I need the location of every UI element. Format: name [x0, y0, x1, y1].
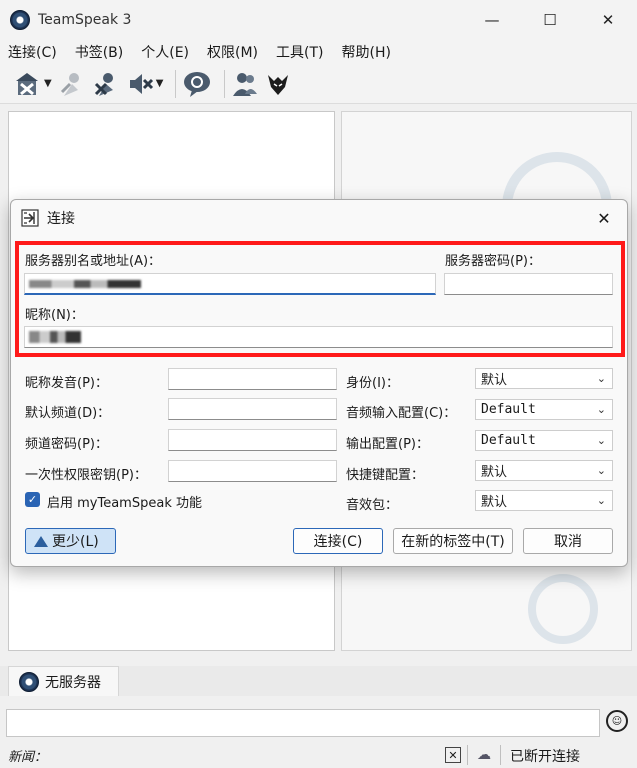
teamspeak-logo-icon — [10, 10, 30, 30]
tab-label: 无服务器 — [45, 674, 101, 691]
mute-speaker-icon — [129, 73, 153, 94]
close-button[interactable]: ✕ — [579, 0, 637, 40]
toolbar-separator — [224, 69, 226, 98]
soundpack-select[interactable]: 默认 ⌄ — [475, 490, 613, 511]
myteamspeak-label: 启用 myTeamSpeak 功能 — [47, 496, 202, 511]
default-channel-input[interactable] — [168, 398, 337, 420]
status-bar: 新闻： ✕ ☁ 已断开连接 — [0, 742, 637, 768]
one-time-key-label: 一次性权限密钥(P)： — [25, 468, 147, 483]
less-button-label: 更少(L) — [52, 534, 99, 550]
server-address-input[interactable] — [24, 273, 436, 295]
chevron-down-icon: ⌄ — [596, 494, 606, 507]
status-separator — [500, 745, 501, 765]
chevron-down-icon: ⌄ — [596, 372, 606, 385]
teamspeak-wolf-button[interactable] — [265, 68, 291, 100]
identity-select[interactable]: 默认 ⌄ — [475, 368, 613, 389]
menu-bar: 连接(C) 书签(B) 个人(E) 权限(M) 工具(T) 帮助(H) — [0, 40, 637, 64]
dialog-title-bar: 连接 ✕ — [11, 200, 627, 236]
close-news-icon[interactable]: ✕ — [445, 747, 461, 763]
news-label: 新闻： — [8, 749, 48, 765]
channel-password-label: 频道密码(P)： — [25, 437, 108, 452]
chat-button[interactable] — [182, 68, 212, 100]
chevron-down-icon: ⌄ — [596, 464, 606, 477]
playback-profile-label: 输出配置(P)： — [346, 437, 429, 452]
connect-icon — [16, 72, 38, 95]
chevron-down-icon[interactable]: ▼ — [156, 78, 164, 89]
menu-connections[interactable]: 连接(C) — [0, 42, 66, 62]
minimize-button[interactable]: — — [463, 0, 521, 40]
connect-dialog: 连接 ✕ 服务器别名或地址(A)： 服务器密码(P)： 昵称(N)： 昵称发音(… — [10, 199, 628, 567]
maximize-button[interactable]: ☐ — [521, 0, 579, 40]
identity-label: 身份(I)： — [346, 376, 399, 391]
redacted-text — [29, 331, 81, 343]
nickname-phonetic-input[interactable] — [168, 368, 337, 390]
connection-status: 已断开连接 — [510, 749, 580, 765]
tab-no-server[interactable]: 无服务器 — [8, 666, 119, 696]
server-tab-bar: 无服务器 — [0, 666, 637, 696]
mute-mic-icon — [94, 72, 113, 96]
status-separator — [467, 745, 468, 765]
menu-permissions[interactable]: 权限(M) — [198, 42, 267, 62]
disconnect-button[interactable] — [58, 68, 86, 100]
connect-in-new-tab-button[interactable]: 在新的标签中(T) — [393, 528, 513, 554]
mute-speaker-button[interactable]: ▼ — [126, 68, 164, 100]
hotkey-profile-select[interactable]: 默认 ⌄ — [475, 460, 613, 481]
mute-microphone-button[interactable] — [92, 68, 120, 100]
window-title: TeamSpeak 3 — [38, 12, 132, 28]
connect-arrow-icon — [21, 209, 39, 227]
dialog-title: 连接 — [47, 211, 75, 227]
channel-password-input[interactable] — [168, 429, 337, 451]
contacts-icon — [233, 72, 258, 96]
hotkey-profile-value: 默认 — [481, 465, 508, 480]
nickname-phonetic-label: 昵称发音(P)： — [25, 376, 108, 391]
disconnect-icon — [60, 72, 79, 96]
connect-button[interactable]: 连接(C) — [293, 528, 383, 554]
teamspeak-watermark-icon — [528, 574, 598, 644]
capture-profile-value: Default — [481, 402, 536, 417]
menu-help[interactable]: 帮助(H) — [333, 42, 400, 62]
cloud-icon: ☁ — [477, 747, 491, 763]
chat-icon — [184, 71, 211, 97]
chevron-down-icon: ⌄ — [596, 434, 606, 447]
triangle-up-icon — [34, 535, 48, 547]
server-password-input[interactable] — [444, 273, 613, 295]
playback-profile-value: Default — [481, 433, 536, 448]
menu-bookmarks[interactable]: 书签(B) — [66, 42, 133, 62]
window-controls: — ☐ ✕ — [463, 0, 637, 40]
myteamspeak-checkbox[interactable]: ✓ — [25, 492, 40, 507]
nickname-label: 昵称(N)： — [25, 308, 84, 323]
menu-tools[interactable]: 工具(T) — [267, 42, 332, 62]
capture-profile-label: 音频输入配置(C)： — [346, 406, 457, 421]
connect-button[interactable]: ▼ — [12, 68, 52, 100]
chevron-down-icon: ⌄ — [596, 403, 606, 416]
default-channel-label: 默认频道(D)： — [25, 406, 111, 421]
less-button[interactable]: 更少(L) — [25, 528, 116, 554]
playback-profile-select[interactable]: Default ⌄ — [475, 430, 613, 451]
menu-self[interactable]: 个人(E) — [132, 42, 198, 62]
one-time-key-input[interactable] — [168, 460, 337, 482]
emoji-icon[interactable]: ☺ — [606, 710, 628, 732]
identity-value: 默认 — [481, 373, 508, 388]
title-bar: TeamSpeak 3 — ☐ ✕ — [0, 0, 637, 40]
hotkey-profile-label: 快捷键配置： — [346, 468, 425, 483]
chat-input[interactable] — [6, 709, 600, 737]
capture-profile-select[interactable]: Default ⌄ — [475, 399, 613, 420]
cancel-button[interactable]: 取消 — [523, 528, 613, 554]
dialog-close-button[interactable]: ✕ — [593, 207, 615, 229]
ts-wolf-icon — [268, 74, 289, 95]
soundpack-label: 音效包： — [346, 498, 399, 513]
contacts-button[interactable] — [231, 68, 259, 100]
redacted-text — [29, 279, 141, 288]
toolbar-separator — [175, 69, 177, 98]
soundpack-value: 默认 — [481, 495, 508, 510]
chevron-down-icon[interactable]: ▼ — [44, 78, 52, 89]
server-password-label: 服务器密码(P)： — [445, 254, 541, 269]
teamspeak-logo-icon — [19, 671, 39, 692]
server-address-label: 服务器别名或地址(A)： — [25, 254, 162, 269]
nickname-input[interactable] — [24, 326, 613, 348]
toolbar: ▼ ▼ — [0, 64, 637, 104]
